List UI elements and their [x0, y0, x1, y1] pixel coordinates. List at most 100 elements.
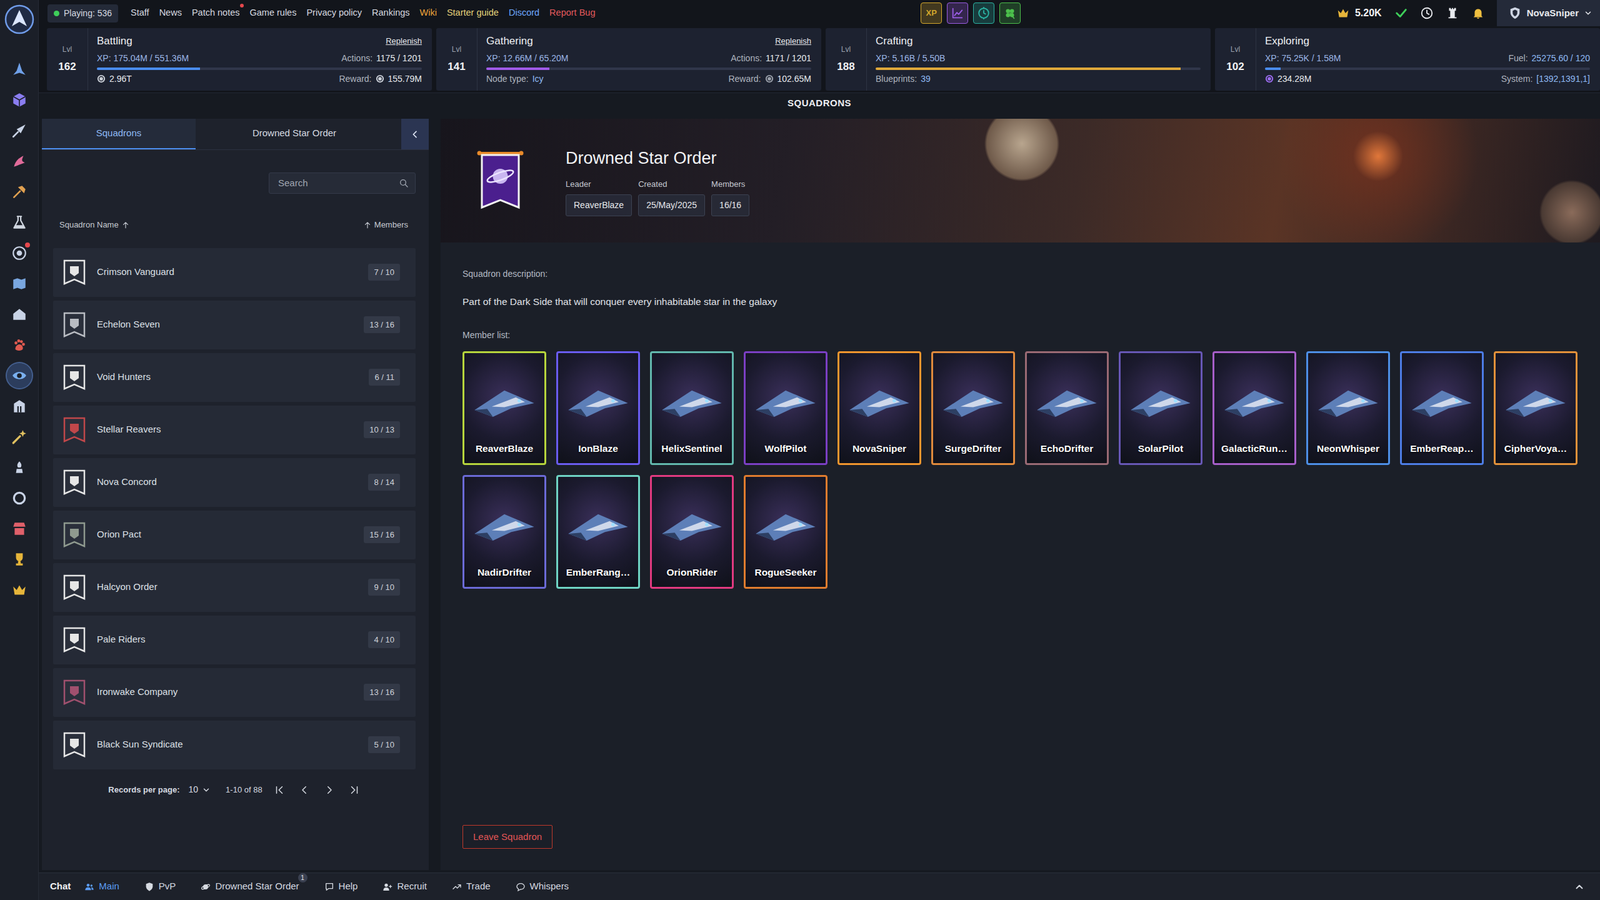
check-icon[interactable]: [1394, 6, 1409, 20]
nav-link[interactable]: Patch notes: [191, 6, 240, 20]
nav-link[interactable]: Privacy policy: [306, 6, 362, 20]
member-card[interactable]: EchoDrifter: [1025, 351, 1109, 465]
emblem-icon: [61, 311, 87, 339]
per-page-select[interactable]: 10: [188, 783, 212, 797]
boost-badge[interactable]: XP: [920, 2, 942, 24]
skill-reward-value: [1392,1391,1]: [1536, 72, 1590, 86]
sidebar-item[interactable]: [6, 332, 32, 358]
collapse-button[interactable]: [401, 118, 429, 150]
last-page-button[interactable]: [346, 781, 363, 799]
user-menu[interactable]: NovaSniper: [1496, 0, 1600, 27]
sidebar-item[interactable]: [6, 87, 32, 113]
sidebar-item[interactable]: [6, 455, 32, 480]
first-page-button[interactable]: [271, 781, 288, 799]
level-label: Lvl: [1230, 43, 1240, 55]
member-card[interactable]: GalacticRun…: [1212, 351, 1297, 465]
nav-link[interactable]: Game rules: [249, 6, 297, 20]
squadron-row[interactable]: Nova Concord8 / 14: [53, 458, 416, 507]
replenish-link[interactable]: Replenish: [775, 35, 812, 48]
skill-footer: 234.28MSystem:[1392,1391,1]: [1265, 72, 1590, 86]
chat-tab[interactable]: Main: [84, 879, 120, 894]
member-card[interactable]: RogueSeeker: [743, 475, 828, 589]
crown-icon: [1336, 6, 1350, 20]
sidebar-item[interactable]: [6, 577, 32, 603]
sidebar-item[interactable]: [6, 179, 32, 205]
name-column-header[interactable]: Squadron Name: [59, 218, 130, 232]
member-card[interactable]: CipherVoya…: [1493, 351, 1578, 465]
sidebar-item[interactable]: [6, 363, 32, 389]
nav-link[interactable]: Wiki: [420, 6, 437, 20]
member-card[interactable]: HelixSentinel: [650, 351, 734, 465]
panel-tab[interactable]: Squadrons: [41, 118, 196, 150]
ship-icon: [657, 380, 727, 427]
boost-badge[interactable]: [973, 2, 995, 24]
chat-tab[interactable]: Recruit: [382, 879, 427, 894]
sidebar-item[interactable]: [6, 148, 32, 174]
next-page-button[interactable]: [321, 781, 338, 799]
squadron-row[interactable]: Void Hunters6 / 11: [53, 353, 416, 402]
replenish-link[interactable]: Replenish: [385, 35, 422, 48]
member-card[interactable]: EmberRang…: [556, 475, 640, 589]
panel-tab[interactable]: Drowned Star Order: [195, 118, 394, 150]
xp-fill: [486, 67, 550, 70]
member-card[interactable]: SolarPilot: [1118, 351, 1203, 465]
xp-text: XP: 5.16B / 5.50B: [875, 51, 945, 65]
sidebar-item[interactable]: [6, 210, 32, 235]
member-card[interactable]: ReaverBlaze: [462, 351, 547, 465]
previous-page-button[interactable]: [296, 781, 313, 799]
sidebar-item[interactable]: [6, 271, 32, 297]
member-card[interactable]: SurgeDrifter: [931, 351, 1015, 465]
chat-tab[interactable]: Help: [324, 879, 359, 894]
tower-icon[interactable]: [1445, 6, 1460, 20]
squadron-row[interactable]: Stellar Reavers10 / 13: [53, 405, 416, 455]
squadron-row[interactable]: Black Sun Syndicate5 / 10: [53, 720, 416, 770]
description-label: Squadron description:: [462, 267, 1579, 281]
member-card[interactable]: WolfPilot: [743, 351, 828, 465]
chat-tab[interactable]: PvP: [144, 879, 177, 894]
sidebar-item[interactable]: [6, 118, 32, 144]
members-column-header[interactable]: Members: [363, 218, 409, 232]
chevron-up-icon[interactable]: [1573, 881, 1585, 893]
member-card[interactable]: NadirDrifter: [462, 475, 547, 589]
squadron-row[interactable]: Echelon Seven13 / 16: [53, 300, 416, 350]
squadron-row[interactable]: Ironwake Company13 / 16: [53, 668, 416, 717]
nav-link[interactable]: News: [159, 6, 182, 20]
member-card[interactable]: OrionRider: [650, 475, 734, 589]
sidebar-item[interactable]: [6, 301, 32, 327]
people-icon: [84, 881, 95, 892]
sidebar-item[interactable]: [6, 546, 32, 572]
sidebar-item[interactable]: [6, 393, 32, 419]
sidebar-item[interactable]: [6, 485, 32, 511]
squadron-body: Squadron description:Part of the Dark Si…: [440, 242, 1600, 870]
squadron-row[interactable]: Halcyon Order9 / 10: [53, 563, 416, 612]
nav-link[interactable]: Rankings: [371, 6, 410, 20]
squadron-row[interactable]: Pale Riders4 / 10: [53, 615, 416, 665]
nav-link[interactable]: Report Bug: [549, 6, 595, 20]
member-card[interactable]: EmberReap…: [1400, 351, 1484, 465]
member-card[interactable]: NeonWhisper: [1306, 351, 1390, 465]
ship-icon: [470, 380, 539, 427]
squadron-detail: Drowned Star OrderLeaderReaverBlazeCreat…: [440, 118, 1600, 870]
nav-link[interactable]: Staff: [130, 6, 150, 20]
search-input[interactable]: [276, 175, 399, 192]
chat-tab[interactable]: Trade: [451, 879, 491, 894]
logo-icon[interactable]: [3, 3, 35, 35]
boost-badge[interactable]: [946, 2, 969, 24]
chat-tab[interactable]: Whispers: [515, 879, 570, 894]
leave-squadron-button[interactable]: Leave Squadron: [462, 825, 553, 850]
boost-badge[interactable]: [999, 2, 1021, 24]
squadron-row[interactable]: Orion Pact15 / 16: [53, 510, 416, 560]
bell-icon[interactable]: [1471, 6, 1485, 20]
member-card[interactable]: IonBlaze: [556, 351, 640, 465]
search-icon[interactable]: [398, 178, 409, 189]
sidebar-item[interactable]: [6, 56, 32, 82]
nav-link[interactable]: Discord: [508, 6, 540, 20]
member-card[interactable]: NovaSniper: [837, 351, 922, 465]
sidebar-item[interactable]: [6, 424, 32, 450]
nav-link[interactable]: Starter guide: [446, 6, 499, 20]
chat-tab[interactable]: Drowned Star Order1: [200, 879, 299, 894]
sidebar-item[interactable]: [6, 516, 32, 542]
squadron-row[interactable]: Crimson Vanguard7 / 10: [53, 248, 416, 297]
clock-icon[interactable]: [1420, 6, 1434, 20]
sidebar-item[interactable]: [6, 240, 32, 266]
